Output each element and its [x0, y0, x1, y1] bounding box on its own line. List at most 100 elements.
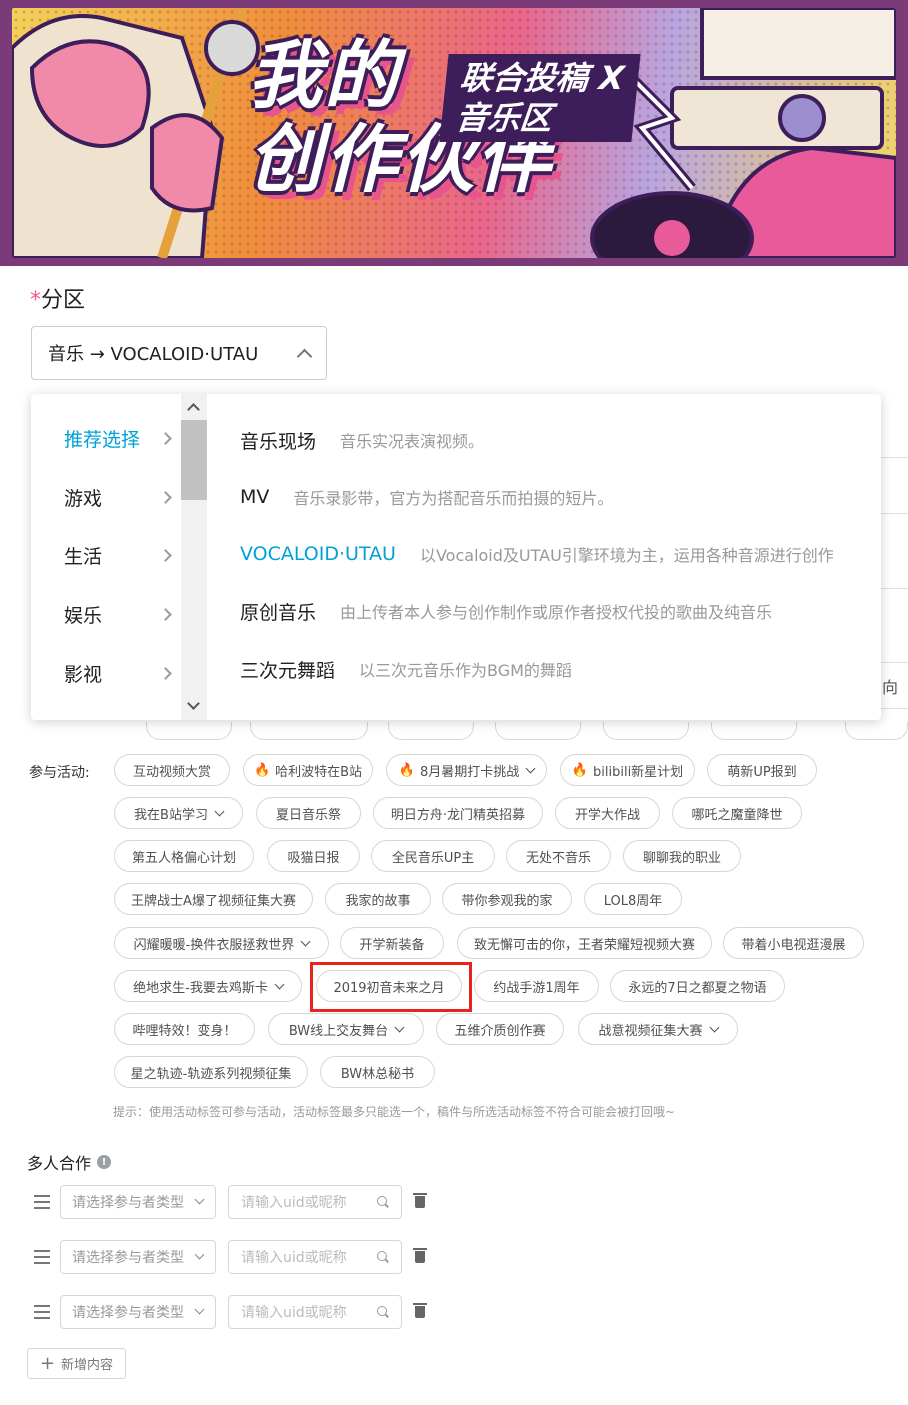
subcategory-desc: 音乐录影带，官方为搭配音乐而拍摄的短片。	[293, 489, 614, 508]
partition-select[interactable]: 音乐 → VOCALOID·UTAU	[31, 326, 327, 380]
activity-tag[interactable]: BW林总秘书	[320, 1056, 435, 1088]
category-games[interactable]: 游戏	[64, 477, 174, 517]
activity-tag[interactable]: 聊聊我的职业	[623, 840, 741, 872]
activity-tag[interactable]: 吸猫日报	[267, 840, 360, 872]
subcategory-live-music[interactable]: 音乐现场 音乐实况表演视频。	[240, 420, 484, 460]
subcategory-dance[interactable]: 三次元舞蹈 以三次元音乐作为BGM的舞蹈	[240, 649, 572, 689]
chevron-down-icon	[709, 1022, 719, 1032]
tag-label: 哈利波特在B站	[275, 764, 363, 780]
scroll-down-icon[interactable]	[187, 697, 200, 710]
category-list: 推荐选择 游戏 生活 娱乐 影视	[31, 394, 181, 720]
tag-label: 永远的7日之都夏之物语	[628, 980, 767, 996]
activity-tag[interactable]: 带你参观我的家	[442, 883, 572, 915]
tag-label: 聊聊我的职业	[642, 850, 721, 866]
drag-handle-icon[interactable]	[34, 1305, 52, 1319]
hidden-tag	[711, 722, 797, 740]
chevron-up-icon	[296, 348, 313, 364]
tag-label: 带你参观我的家	[461, 893, 553, 909]
activity-tag[interactable]: 永远的7日之都夏之物语	[610, 970, 785, 1002]
fire-icon: 🔥	[571, 762, 588, 778]
scroll-up-icon[interactable]	[187, 403, 200, 416]
tag-label: 战意视频征集大赛	[598, 1023, 703, 1039]
activity-tag[interactable]: 致无懈可击的你，王者荣耀短视频大赛	[457, 927, 712, 959]
activity-tag[interactable]: 我家的故事	[325, 883, 431, 915]
subcategory-mv[interactable]: MV 音乐录影带，官方为搭配音乐而拍摄的短片。	[240, 477, 613, 517]
chevron-right-icon	[159, 607, 172, 621]
activity-tag[interactable]: 带着小电视逛漫展	[723, 927, 864, 959]
chevron-right-icon	[159, 431, 172, 445]
activity-tag[interactable]: 哪吒之魔童降世	[672, 797, 802, 829]
activity-tag[interactable]: 我在B站学习	[114, 797, 243, 829]
activity-tag[interactable]: 2019初音未来之月	[316, 970, 462, 1002]
fire-icon: 🔥	[253, 762, 271, 778]
activity-tag[interactable]: 闪耀暖暖-换件衣服拯救世界	[114, 927, 329, 959]
trash-icon[interactable]	[413, 1248, 427, 1264]
activity-tag[interactable]: 明日方舟·龙门精英招募	[373, 797, 543, 829]
tag-label: BW林总秘书	[340, 1066, 415, 1082]
subcategory-desc: 音乐实况表演视频。	[340, 432, 485, 451]
category-label: 影视	[64, 663, 103, 686]
participant-type-select[interactable]: 请选择参与者类型	[60, 1240, 216, 1274]
subcategory-vocaloid-utau[interactable]: VOCALOID·UTAU 以Vocaloid及UTAU引擎环境为主，运用各种音…	[240, 534, 834, 574]
activity-tag[interactable]: 萌新UP报到	[707, 754, 817, 786]
activity-tag[interactable]: 第五人格偏心计划	[114, 840, 254, 872]
activity-tag[interactable]: 绝地求生-我要去鸡斯卡	[114, 970, 302, 1002]
category-label: 娱乐	[64, 604, 103, 627]
participant-type-select[interactable]: 请选择参与者类型	[60, 1185, 216, 1219]
search-icon	[377, 1251, 389, 1263]
category-label: 推荐选择	[64, 428, 141, 451]
category-recommended[interactable]: 推荐选择	[64, 418, 174, 458]
activity-tag[interactable]: 全民音乐UP主	[371, 840, 495, 872]
tag-label: 哔哩特效！变身！	[132, 1023, 237, 1039]
activity-tag[interactable]: BW线上交友舞台	[268, 1013, 424, 1045]
collab-title: 多人合作 !	[27, 1150, 112, 1174]
hidden-tag	[250, 722, 368, 740]
partition-dropdown: 推荐选择 游戏 生活 娱乐 影视 音乐现场 音乐实况表演视频。 MV 音乐录影带…	[31, 394, 881, 720]
scroll-thumb[interactable]	[181, 420, 207, 500]
activity-tag[interactable]: 🔥 8月暑期打卡挑战	[386, 754, 547, 786]
category-scrollbar[interactable]	[181, 394, 207, 720]
activity-tag[interactable]: 战意视频征集大赛	[578, 1013, 738, 1045]
category-entertainment[interactable]: 娱乐	[64, 594, 174, 634]
activity-tag[interactable]: 五维介质创作赛	[436, 1013, 564, 1045]
tag-label: 无处不音乐	[525, 850, 591, 866]
subcategory-name: 音乐现场	[240, 430, 317, 453]
activity-tag[interactable]: 约战手游1周年	[474, 970, 599, 1002]
trash-icon[interactable]	[413, 1193, 427, 1209]
hidden-tag	[495, 722, 581, 740]
participant-type-select[interactable]: 请选择参与者类型	[60, 1295, 216, 1329]
tag-label: 我在B站学习	[134, 807, 208, 823]
add-content-button[interactable]: + 新增内容	[27, 1348, 126, 1379]
drag-handle-icon[interactable]	[34, 1195, 52, 1209]
activity-tag[interactable]: 夏日音乐祭	[256, 797, 361, 829]
category-film[interactable]: 影视	[64, 653, 174, 693]
divider	[880, 708, 908, 709]
activity-tag[interactable]: 哔哩特效！变身！	[114, 1013, 255, 1045]
tag-label: 全民音乐UP主	[391, 850, 475, 866]
activity-tag[interactable]: 无处不音乐	[506, 840, 611, 872]
chevron-down-icon	[525, 763, 536, 773]
activity-tag[interactable]: 🔥 哈利波特在B站	[243, 754, 373, 786]
category-life[interactable]: 生活	[64, 535, 174, 575]
activity-tag[interactable]: LOL8周年	[584, 883, 682, 915]
chevron-right-icon	[159, 490, 172, 504]
tag-label: 哪吒之魔童降世	[691, 807, 783, 823]
type-placeholder: 请选择参与者类型	[72, 1250, 184, 1266]
activity-tag[interactable]: 🔥 bilibili新星计划	[560, 754, 695, 786]
activity-tag[interactable]: 开学大作战	[555, 797, 660, 829]
tag-label: 开学新装备	[359, 937, 425, 953]
uid-search-input[interactable]: 请输入uid或昵称	[228, 1295, 402, 1329]
activity-tag[interactable]: 星之轨迹-轨迹系列视频征集	[114, 1056, 308, 1088]
activity-tag[interactable]: 王牌战士A爆了视频征集大赛	[114, 883, 313, 915]
subcategory-original-music[interactable]: 原创音乐 由上传者本人参与创作制作或原作者授权代投的歌曲及纯音乐	[240, 591, 772, 631]
trash-icon[interactable]	[413, 1303, 427, 1319]
campaign-banner[interactable]: 我的 创作伙伴 联合投稿 X 音乐区	[0, 0, 908, 266]
tag-label: 致无懈可击的你，王者荣耀短视频大赛	[473, 937, 695, 953]
uid-search-input[interactable]: 请输入uid或昵称	[228, 1185, 402, 1219]
activity-tip: 提示：使用活动标签可参与活动，活动标签最多只能选一个，稿件与所选活动标签不符合可…	[113, 1105, 676, 1119]
uid-search-input[interactable]: 请输入uid或昵称	[228, 1240, 402, 1274]
activity-tag[interactable]: 开学新装备	[340, 927, 444, 959]
drag-handle-icon[interactable]	[34, 1250, 52, 1264]
activity-tag[interactable]: 互动视频大赏	[114, 754, 230, 786]
info-icon[interactable]: !	[97, 1155, 112, 1169]
